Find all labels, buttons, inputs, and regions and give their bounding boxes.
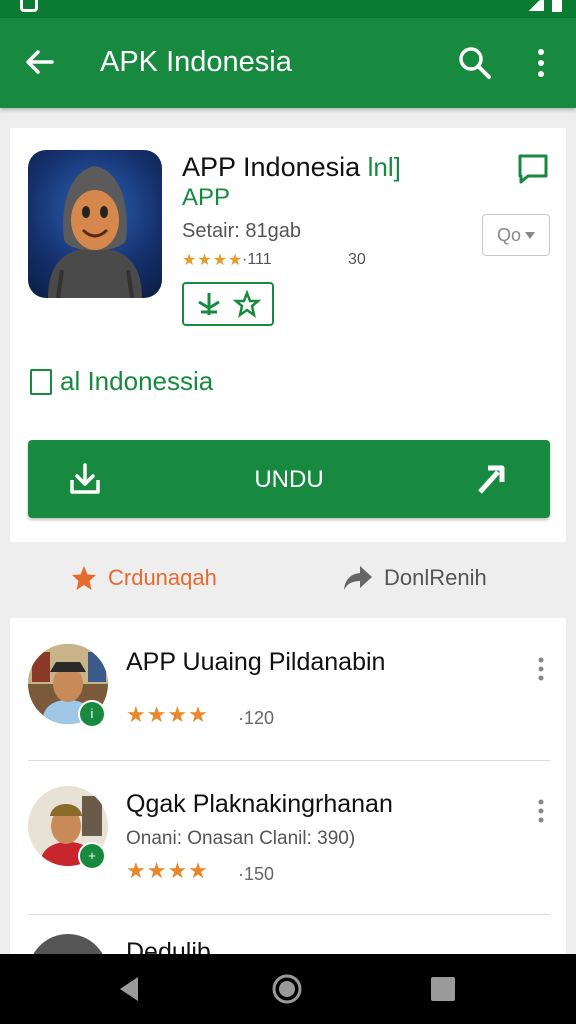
notification-icon xyxy=(20,0,38,12)
more-vert-icon[interactable] xyxy=(534,656,548,682)
signal-icon xyxy=(528,0,544,11)
star-icon xyxy=(72,566,96,590)
share-arrow-icon xyxy=(344,566,372,590)
check-label: al Indonessia xyxy=(60,366,214,396)
back-nav-icon[interactable] xyxy=(112,972,146,1006)
rating-dropdown[interactable]: Qo xyxy=(482,214,550,256)
review-title: Dedulib xyxy=(126,938,211,954)
status-bar xyxy=(0,0,576,18)
app-developer: Setair: 81gab xyxy=(182,220,301,242)
recents-nav-icon[interactable] xyxy=(426,972,460,1006)
app-name-tag: lnl] xyxy=(367,152,401,182)
author-badge: + xyxy=(78,842,106,870)
list-item[interactable]: + Qgak Plaknakingrhanan Onani: Onasan Cl… xyxy=(10,760,566,910)
more-vert-icon[interactable] xyxy=(528,46,554,80)
review-title: APP Uuaing Pildanabin xyxy=(126,648,386,676)
badge-group xyxy=(182,282,274,326)
open-arrow-icon[interactable] xyxy=(474,460,510,496)
home-nav-icon[interactable] xyxy=(270,972,304,1006)
action-row: Crdunaqah DonlRenih xyxy=(0,548,576,610)
rate-action[interactable]: Crdunaqah xyxy=(70,564,217,592)
editors-choice-icon xyxy=(198,293,220,315)
back-arrow-icon[interactable] xyxy=(22,44,58,80)
page-title: APK Indonesia xyxy=(100,46,292,78)
app-details-card: APP Indonesia lnl] APP Setair: 81gab ★★★… xyxy=(10,128,566,542)
status-icons xyxy=(528,0,562,12)
list-item[interactable]: Dedulib xyxy=(10,914,566,954)
app-bar: APK Indonesia xyxy=(0,18,576,108)
install-button-label: UNDU xyxy=(254,466,324,493)
more-vert-icon[interactable] xyxy=(534,798,548,824)
app-extra-value: 30 xyxy=(348,251,366,268)
comment-icon[interactable] xyxy=(516,152,550,186)
share-action-label: DonlRenih xyxy=(384,565,487,590)
star-badge-icon xyxy=(233,290,261,318)
search-icon[interactable] xyxy=(456,44,494,82)
app-name: APP Indonesia lnl] xyxy=(182,152,401,183)
checkbox[interactable] xyxy=(30,368,52,395)
rate-action-label: Crdunaqah xyxy=(108,565,217,590)
author-badge: i xyxy=(78,700,106,728)
check-row[interactable]: al Indonessia xyxy=(30,366,213,397)
review-title: Qgak Plaknakingrhanan xyxy=(126,790,393,818)
review-description: Onani: Onasan Clanil: 390) xyxy=(126,828,356,849)
reviews-card: i APP Uuaing Pildanabin ★★★★ ·120 + Qgak… xyxy=(10,618,566,954)
review-stars: ★★★★ xyxy=(126,702,209,727)
navigation-bar xyxy=(0,954,576,1024)
avatar xyxy=(28,934,108,954)
review-stars: ★★★★ xyxy=(126,858,209,883)
list-item[interactable]: i APP Uuaing Pildanabin ★★★★ ·120 xyxy=(10,618,566,768)
review-count: ·120 xyxy=(238,708,275,728)
app-icon xyxy=(28,150,162,298)
app-rating-count: ·111 xyxy=(242,251,272,268)
app-subtitle: APP xyxy=(182,184,231,211)
rating-dropdown-label: Qo xyxy=(496,224,521,245)
app-name-text: APP Indonesia xyxy=(182,152,361,182)
caret-down-icon xyxy=(525,231,535,239)
battery-icon xyxy=(552,0,562,12)
app-rating-stars: ★★★★ xyxy=(182,252,244,269)
review-count: ·150 xyxy=(238,864,275,884)
share-action[interactable]: DonlRenih xyxy=(342,564,487,592)
install-button[interactable]: UNDU xyxy=(28,440,550,518)
